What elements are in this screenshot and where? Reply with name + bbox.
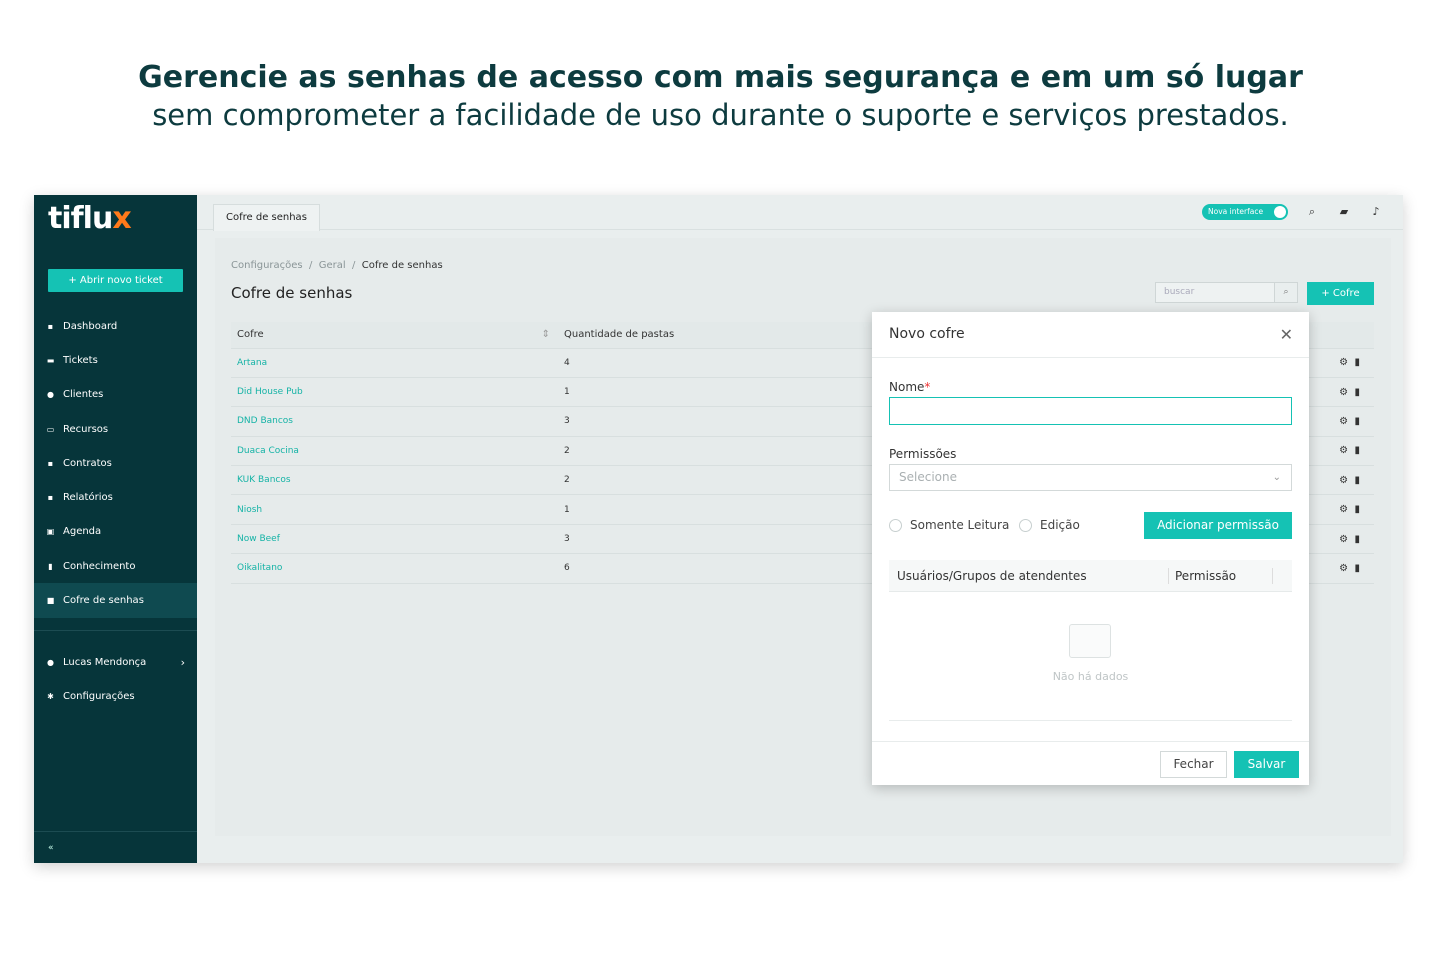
chevron-down-icon: ⌄ [1272,472,1281,483]
trash-icon[interactable]: ▮ [1354,445,1360,456]
search-icon[interactable]: ⌕ [1305,205,1319,219]
promo-title: Gerencie as senhas de acesso com mais se… [138,60,1303,95]
sidebar-user-nav: ● Lucas Mendonça › ✱ Configurações [34,645,197,714]
cofre-name[interactable]: Now Beef [231,524,558,555]
modal-divider [872,357,1309,358]
cofre-name[interactable]: Niosh [231,494,558,525]
trash-icon[interactable]: ▮ [1354,357,1360,368]
top-bar: Cofre de senhas Nova interface ⌕ ▰ ♪ [197,195,1403,231]
monitor-icon: ▭ [46,424,55,434]
settings-icon[interactable]: ⚙ [1339,357,1348,368]
column-header-permission: Permissão [1175,569,1237,583]
user-icon: ● [47,657,54,667]
sidebar-item-relatorios[interactable]: ▪ Relatórios [34,480,197,514]
modal-title: Novo cofre [889,326,965,342]
settings-icon[interactable]: ⚙ [1339,445,1348,456]
trash-icon[interactable]: ▮ [1354,387,1360,398]
settings-icon[interactable]: ⚙ [1339,387,1348,398]
radio-somente-leitura[interactable]: Somente Leitura [889,518,1009,532]
search-icon: ⌕ [1283,287,1289,297]
ticket-icon: ▬ [46,355,55,365]
logo[interactable]: tiflux [48,201,132,236]
chevron-right-icon: › [180,655,185,669]
promo-subtitle: sem comprometer a facilidade de uso dura… [152,98,1289,132]
new-cofre-modal: Novo cofre ✕ Nome* Permissões Selecione ⌄… [872,312,1309,785]
close-icon[interactable]: ✕ [1280,325,1293,344]
sidebar: tiflux + Abrir novo ticket ▪ Dashboard ▬ T… [34,195,197,863]
cofre-name[interactable]: DND Bancos [231,406,558,437]
sidebar-item-tickets[interactable]: ▬ Tickets [34,343,197,377]
table-bottom-divider [889,720,1292,721]
sidebar-item-dashboard[interactable]: ▪ Dashboard [34,309,197,343]
sidebar-nav: ▪ Dashboard ▬ Tickets ● Clientes ▭ Recursos … [34,309,197,618]
sidebar-item-conhecimento[interactable]: ▮ Conhecimento [34,549,197,583]
permissions-table-header: Usuários/Grupos de atendentes Permissão [889,560,1292,592]
name-label: Nome* [889,380,931,394]
sort-icon[interactable]: ⇕ [542,329,550,340]
footer-divider [872,741,1309,742]
permissions-label: Permissões [889,447,957,461]
breadcrumb-geral[interactable]: Geral [319,260,346,271]
add-permission-button[interactable]: Adicionar permissão [1144,512,1292,539]
sidebar-item-clientes[interactable]: ● Clientes [34,378,197,412]
new-ticket-button[interactable]: + Abrir novo ticket [48,269,183,292]
save-button[interactable]: Salvar [1234,751,1299,778]
cofre-name[interactable]: Did House Pub [231,377,558,408]
permissions-select[interactable]: Selecione ⌄ [889,464,1292,491]
bell-icon[interactable]: ♪ [1369,205,1383,219]
name-input[interactable] [889,397,1292,425]
users-icon: ● [47,390,54,400]
column-header-users: Usuários/Grupos de atendentes [897,569,1087,583]
settings-icon[interactable]: ⚙ [1339,504,1348,515]
inbox-icon [1069,624,1111,658]
column-header-cofre[interactable]: Cofre ⇕ [231,322,558,349]
settings-icon[interactable]: ⚙ [1339,534,1348,545]
new-interface-toggle[interactable]: Nova interface [1202,204,1288,220]
gear-icon: ✱ [47,691,54,701]
sidebar-item-cofre-de-senhas[interactable]: ■ Cofre de senhas [34,583,197,618]
book-icon: ▮ [48,561,53,571]
contract-icon: ▪ [47,458,54,468]
sidebar-divider [34,630,197,631]
tab-cofre-de-senhas[interactable]: Cofre de senhas [213,204,320,231]
empty-state-text: Não há dados [1052,670,1129,683]
page-title: Cofre de senhas [231,284,353,302]
breadcrumb-current: Cofre de senhas [361,260,443,271]
breadcrumb: Configurações / Geral / Cofre de senhas [231,260,443,271]
sidebar-item-contratos[interactable]: ▪ Contratos [34,446,197,480]
cofre-name[interactable]: Oikalitano [231,553,558,584]
trash-icon[interactable]: ▮ [1354,416,1360,427]
settings-icon[interactable]: ⚙ [1339,475,1348,486]
chat-icon[interactable]: ▰ [1337,205,1351,219]
report-icon: ▪ [47,493,54,503]
trash-icon[interactable]: ▮ [1354,534,1360,545]
add-cofre-button[interactable]: + Cofre [1307,282,1374,305]
close-button[interactable]: Fechar [1160,751,1227,778]
sidebar-item-configuracoes[interactable]: ✱ Configurações [34,679,197,713]
lock-icon: ■ [46,596,55,606]
calendar-icon: ▣ [46,527,55,537]
dashboard-icon: ▪ [47,321,54,331]
cofre-name[interactable]: Duaca Cocina [231,436,558,467]
radio-edicao[interactable]: Edição [1019,518,1080,532]
collapse-sidebar-button[interactable]: « [34,831,197,863]
cofre-name[interactable]: KUK Bancos [231,465,558,496]
sidebar-item-recursos[interactable]: ▭ Recursos [34,412,197,446]
sidebar-item-user[interactable]: ● Lucas Mendonça › [34,645,197,679]
search-button[interactable]: ⌕ [1275,282,1298,303]
breadcrumb-configuracoes[interactable]: Configurações [231,260,303,271]
sidebar-item-agenda[interactable]: ▣ Agenda [34,515,197,549]
settings-icon[interactable]: ⚙ [1339,416,1348,427]
search-input[interactable]: buscar [1155,282,1275,303]
trash-icon[interactable]: ▮ [1354,563,1360,574]
trash-icon[interactable]: ▮ [1354,475,1360,486]
cofre-name[interactable]: Artana [231,348,558,378]
trash-icon[interactable]: ▮ [1354,504,1360,515]
settings-icon[interactable]: ⚙ [1339,563,1348,574]
